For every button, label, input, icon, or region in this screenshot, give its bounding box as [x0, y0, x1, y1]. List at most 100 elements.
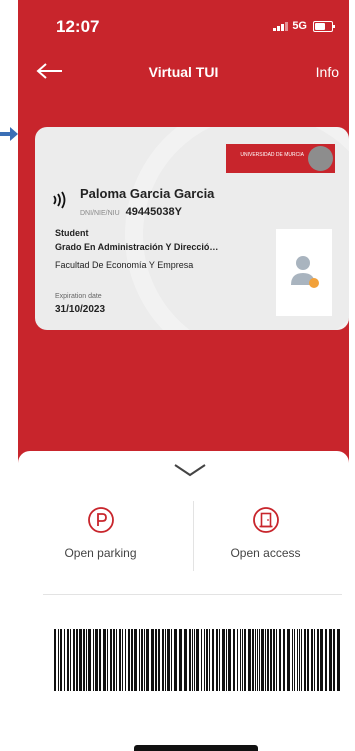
action-row: Open parking Open access — [18, 498, 349, 578]
barcode-bar — [216, 629, 218, 691]
barcode-bar — [192, 629, 193, 691]
barcode-bar — [110, 629, 112, 691]
barcode-bar — [107, 629, 108, 691]
barcode-bar — [314, 629, 315, 691]
barcode-bar — [60, 629, 62, 691]
barcode-bar — [228, 629, 231, 691]
nfc-icon — [53, 191, 66, 209]
barcode-bar — [273, 629, 275, 691]
barcode-bar — [162, 629, 164, 691]
barcode-bar — [267, 629, 269, 691]
expiration-label: Expiration date — [55, 293, 102, 300]
barcode-bar — [292, 629, 293, 691]
profile-photo — [276, 229, 332, 316]
open-access-label: Open access — [230, 546, 301, 560]
university-emblem-icon — [308, 146, 333, 171]
barcode-bar — [276, 629, 277, 691]
barcode-bar — [131, 629, 133, 691]
barcode-bar — [88, 629, 91, 691]
barcode-bar — [270, 629, 272, 691]
barcode-bar — [329, 629, 332, 691]
status-time: 12:07 — [56, 17, 100, 36]
barcode-bar — [167, 629, 170, 691]
barcode-bar — [252, 629, 254, 691]
barcode-bar — [297, 629, 298, 691]
barcode-bar — [301, 629, 302, 691]
barcode-bar — [128, 629, 130, 691]
barcode-bar — [139, 629, 140, 691]
barcode — [54, 629, 340, 691]
virtual-id-card[interactable]: UNIVERSIDAD DE MURCIA Paloma Garcia Garc… — [35, 127, 349, 330]
avatar-placeholder-icon — [291, 256, 319, 288]
horizontal-divider — [43, 594, 342, 595]
barcode-bar — [174, 629, 177, 691]
expiration-date: 31/10/2023 — [55, 304, 106, 315]
barcode-bar — [99, 629, 101, 691]
barcode-bar — [86, 629, 87, 691]
barcode-bar — [257, 629, 258, 691]
network-label: 5G — [292, 20, 307, 32]
status-bar: 12:07 5G — [18, 0, 349, 40]
page-title: Virtual TUI — [148, 64, 219, 80]
barcode-bar — [134, 629, 137, 691]
chevron-down-icon[interactable] — [173, 463, 207, 477]
parking-icon — [87, 507, 114, 533]
barcode-bar — [116, 629, 117, 691]
barcode-bar — [54, 629, 56, 691]
barcode-bar — [204, 629, 205, 691]
barcode-bar — [141, 629, 143, 691]
barcode-bar — [307, 629, 309, 691]
barcode-bar — [95, 629, 98, 691]
open-access-button[interactable]: Open access — [183, 498, 348, 578]
barcode-bar — [189, 629, 191, 691]
barcode-bar — [299, 629, 300, 691]
barcode-bar — [122, 629, 123, 691]
id-row: DNI/NIE/NIU 49445038Y — [80, 206, 182, 218]
bottom-sheet: Open parking Open access — [18, 451, 349, 751]
barcode-bar — [179, 629, 182, 691]
barcode-bar — [222, 629, 225, 691]
barcode-bar — [325, 629, 327, 691]
barcode-bar — [226, 629, 227, 691]
barcode-bar — [83, 629, 85, 691]
phone-screen: 12:07 5G Virtual TUI Info UNIVERSIDAD DE… — [18, 0, 349, 751]
barcode-bar — [184, 629, 187, 691]
barcode-bar — [103, 629, 106, 691]
barcode-bar — [201, 629, 202, 691]
info-button[interactable]: Info — [316, 64, 339, 80]
pointer-arrow-icon — [0, 127, 18, 141]
barcode-bar — [146, 629, 149, 691]
barcode-bar — [311, 629, 313, 691]
barcode-bar — [171, 629, 172, 691]
barcode-bar — [294, 629, 295, 691]
card-holder-name: Paloma Garcia Garcia — [80, 186, 215, 201]
barcode-bar — [209, 629, 210, 691]
barcode-bar — [151, 629, 154, 691]
barcode-bar — [259, 629, 260, 691]
open-parking-button[interactable]: Open parking — [18, 498, 183, 578]
barcode-bar — [119, 629, 121, 691]
barcode-bar — [58, 629, 59, 691]
faculty-label: Facultad De Economía Y Empresa — [55, 260, 194, 270]
barcode-bar — [67, 629, 69, 691]
barcode-bar — [248, 629, 251, 691]
barcode-bar — [283, 629, 285, 691]
home-indicator — [134, 745, 258, 751]
barcode-bar — [196, 629, 199, 691]
barcode-bar — [64, 629, 65, 691]
barcode-bar — [76, 629, 78, 691]
open-parking-label: Open parking — [64, 546, 137, 560]
barcode-bar — [79, 629, 82, 691]
university-logo-text: UNIVERSIDAD DE MURCIA — [240, 152, 304, 158]
barcode-bar — [206, 629, 208, 691]
barcode-bar — [125, 629, 126, 691]
barcode-bar — [194, 629, 195, 691]
barcode-bar — [242, 629, 243, 691]
id-label: DNI/NIE/NIU — [80, 210, 120, 217]
barcode-bar — [165, 629, 166, 691]
barcode-bar — [265, 629, 266, 691]
barcode-bar — [113, 629, 115, 691]
barcode-bar — [212, 629, 214, 691]
barcode-bar — [240, 629, 241, 691]
university-logo: UNIVERSIDAD DE MURCIA — [226, 144, 335, 173]
